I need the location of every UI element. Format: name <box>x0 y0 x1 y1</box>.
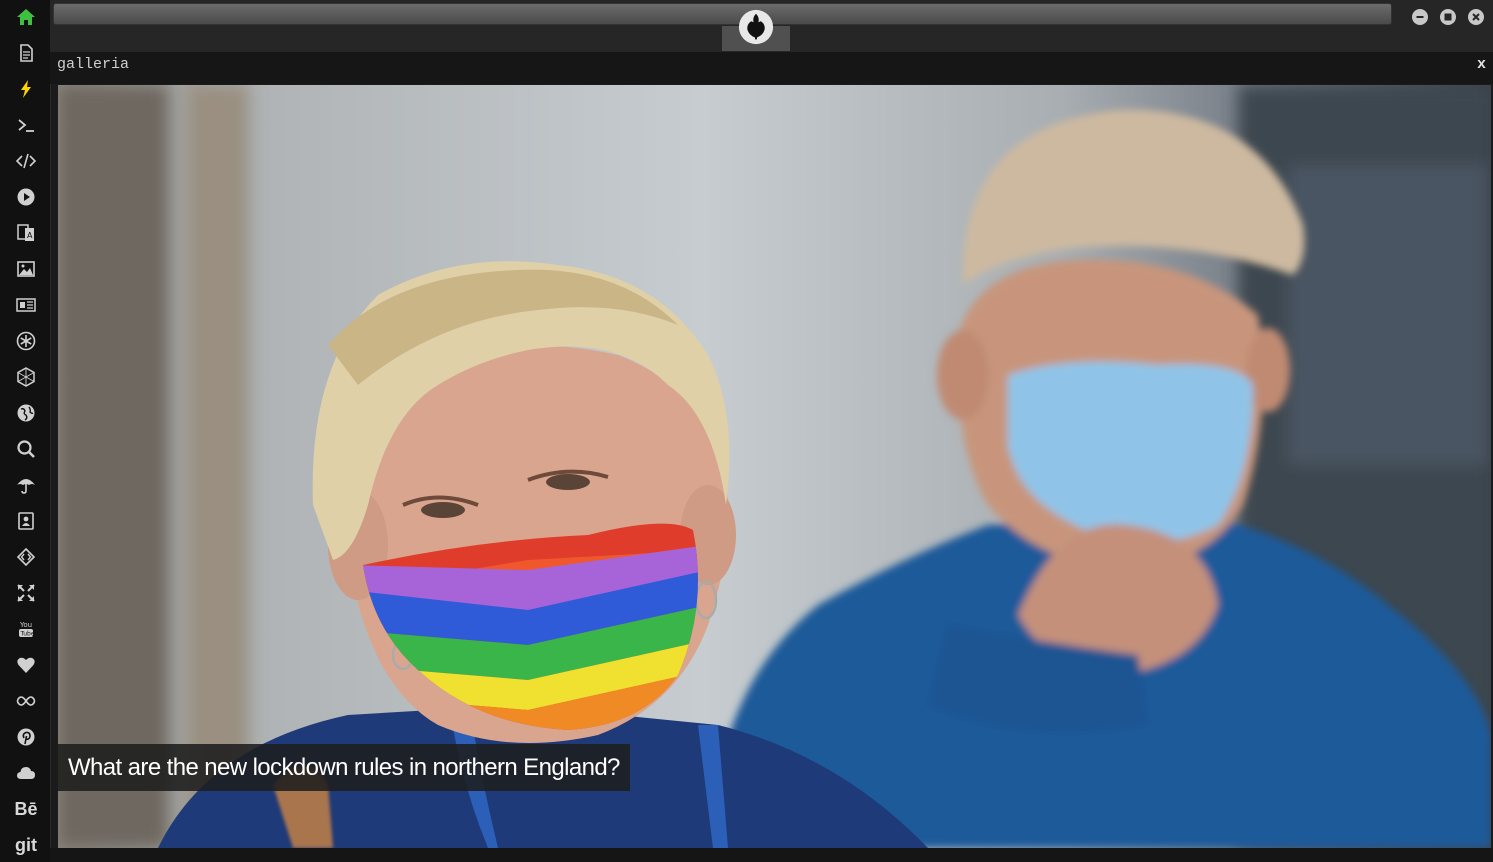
top-bar <box>50 0 1493 52</box>
git-icon[interactable]: git <box>10 831 42 859</box>
aperture-icon[interactable] <box>10 327 42 355</box>
app-dock: A You Tube Bē git <box>0 0 51 862</box>
minimize-icon[interactable] <box>1412 9 1428 25</box>
terminal-icon[interactable] <box>10 111 42 139</box>
gallery-image <box>58 85 1491 848</box>
address-bar[interactable] <box>53 3 1392 25</box>
code-icon[interactable] <box>10 147 42 175</box>
close-icon[interactable] <box>1468 9 1484 25</box>
newspaper-icon[interactable] <box>10 291 42 319</box>
translate-icon[interactable]: A <box>10 219 42 247</box>
hexagon-icon[interactable] <box>10 363 42 391</box>
bottom-strip <box>50 848 1493 862</box>
behance-label: Bē <box>14 798 38 819</box>
git-label: git <box>15 834 37 855</box>
svg-text:A: A <box>27 231 33 240</box>
svg-text:Tube: Tube <box>20 631 35 638</box>
rebel-alliance-icon[interactable] <box>737 8 775 46</box>
umbrella-icon[interactable] <box>10 471 42 499</box>
image-icon[interactable] <box>10 255 42 283</box>
youtube-icon[interactable]: You Tube <box>10 615 42 643</box>
diamond-code-icon[interactable] <box>10 543 42 571</box>
document-icon[interactable] <box>10 39 42 67</box>
globe-icon[interactable] <box>10 399 42 427</box>
window-header: galleria x <box>50 52 1493 84</box>
svg-text:You: You <box>19 621 32 629</box>
search-icon[interactable] <box>10 435 42 463</box>
pinterest-icon[interactable] <box>10 723 42 751</box>
cloud-icon[interactable] <box>10 759 42 787</box>
heart-icon[interactable] <box>10 651 42 679</box>
play-icon[interactable] <box>10 183 42 211</box>
maximize-icon[interactable] <box>1440 9 1456 25</box>
home-icon[interactable] <box>10 3 42 31</box>
window-close-button[interactable]: x <box>1477 56 1486 73</box>
contact-book-icon[interactable] <box>10 507 42 535</box>
image-caption: What are the new lockdown rules in north… <box>58 744 630 791</box>
behance-icon[interactable]: Bē <box>10 795 42 823</box>
infinity-icon[interactable] <box>10 687 42 715</box>
lightning-icon[interactable] <box>10 75 42 103</box>
window-title: galleria <box>57 56 130 73</box>
expand-icon[interactable] <box>10 579 42 607</box>
